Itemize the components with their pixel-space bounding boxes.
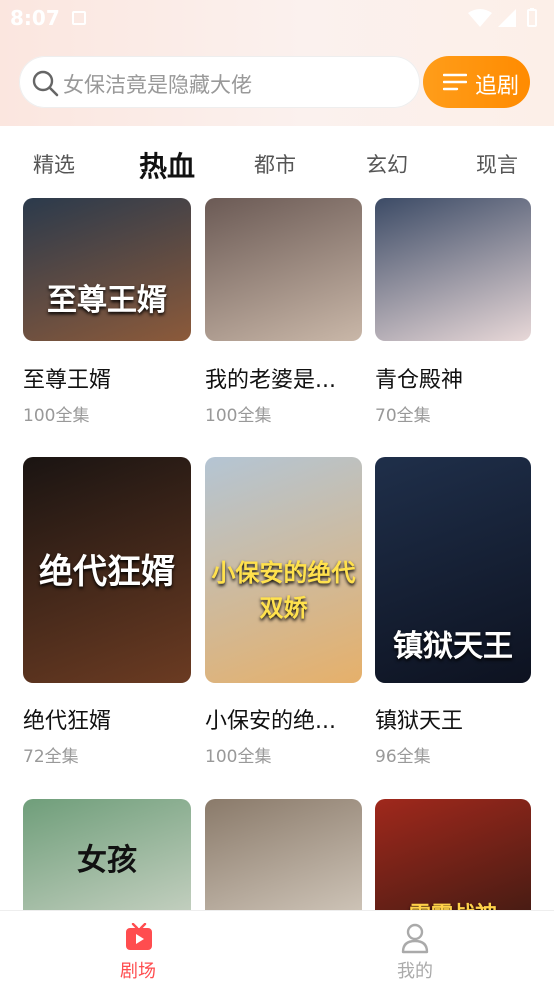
notification-icon xyxy=(72,11,86,25)
poster-text: 至尊王婿 xyxy=(47,283,167,318)
drama-poster xyxy=(205,799,362,910)
search-bar[interactable]: 女保洁竟是隐藏大佬 xyxy=(19,56,420,108)
drama-poster: 小保安的绝代双娇 xyxy=(205,457,362,683)
drama-poster: 雷霆战神 xyxy=(375,799,531,910)
tab-jingxuan[interactable]: 精选 xyxy=(33,149,75,179)
drama-title: 小保安的绝... xyxy=(205,709,336,734)
poster-text: 绝代狂婿 xyxy=(39,552,175,592)
status-bar: 8:07 xyxy=(0,0,554,36)
search-icon xyxy=(31,69,59,101)
search-placeholder: 女保洁竟是隐藏大佬 xyxy=(63,73,252,97)
nav-theater[interactable]: 剧场 xyxy=(68,911,208,986)
drama-title: 青仓殿神 xyxy=(375,368,464,393)
drama-episodes: 100全集 xyxy=(23,406,90,426)
poster-text: 雷霆战神 xyxy=(375,897,531,910)
drama-episodes: 72全集 xyxy=(23,747,79,767)
user-icon xyxy=(401,923,429,954)
drama-title: 镇狱天王 xyxy=(375,709,464,734)
drama-episodes: 100全集 xyxy=(205,406,272,426)
nav-mine-label: 我的 xyxy=(397,961,433,982)
drama-title: 至尊王婿 xyxy=(23,368,112,393)
drama-grid: 至尊王婿 至尊王婿 100全集 我的老婆是... 100全集 青仓殿神 70全集… xyxy=(0,198,554,910)
drama-episodes: 100全集 xyxy=(205,747,272,767)
status-time: 8:07 xyxy=(10,6,60,30)
drama-title: 绝代狂婿 xyxy=(23,709,112,734)
tv-icon xyxy=(126,923,152,950)
drama-poster xyxy=(205,198,362,341)
drama-episodes: 70全集 xyxy=(375,406,431,426)
nav-mine[interactable]: 我的 xyxy=(345,911,485,986)
drama-poster xyxy=(375,198,531,341)
drama-poster: 绝代狂婿 xyxy=(23,457,191,683)
top-header: 8:07 女保洁竟是隐藏大佬 追剧 xyxy=(0,0,554,126)
poster-text: 小保安的绝代双娇 xyxy=(211,559,356,622)
poster-text: 镇狱天王 xyxy=(393,629,513,664)
nav-theater-label: 剧场 xyxy=(120,961,156,982)
drama-poster: 镇狱天王 xyxy=(375,457,531,683)
tab-xuanhuan[interactable]: 玄幻 xyxy=(366,149,408,179)
drama-title: 我的老婆是... xyxy=(205,368,336,393)
drama-poster: 至尊王婿 xyxy=(23,198,191,341)
poster-text: 女孩 xyxy=(77,843,137,878)
follow-drama-label: 追剧 xyxy=(475,74,520,99)
tab-xianyan[interactable]: 现言 xyxy=(476,149,518,179)
system-icons xyxy=(466,7,546,33)
list-icon xyxy=(442,72,468,96)
drama-poster: 女孩 xyxy=(23,799,191,910)
drama-episodes: 96全集 xyxy=(375,747,431,767)
bottom-navigation: 剧场 我的 xyxy=(0,910,554,986)
category-tabs: 精选 热血 都市 玄幻 现言 xyxy=(0,126,554,198)
follow-drama-button[interactable]: 追剧 xyxy=(423,56,530,108)
tab-rexue[interactable]: 热血 xyxy=(139,145,195,185)
tab-dushi[interactable]: 都市 xyxy=(254,149,296,179)
